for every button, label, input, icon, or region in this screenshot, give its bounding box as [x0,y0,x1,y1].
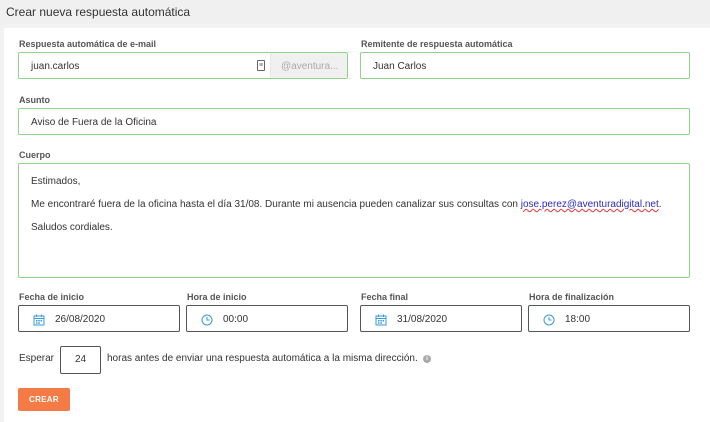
calendar-icon [33,314,45,326]
start-time-field[interactable]: 00:00 [186,305,348,332]
wait-suffix: horas antes de enviar una respuesta auto… [107,353,418,364]
email-value: juan.carlos [31,61,80,72]
body-line-message: Me encontraré fuera de la oficina hasta … [31,199,662,210]
start-time-label: Hora de inicio [187,292,247,302]
subject-value: Aviso de Fuera de la Oficina [31,117,157,128]
body-line-closing: Saludos cordiales. [31,222,113,233]
sender-label: Remitente de respuesta automática [361,39,513,49]
clock-icon [543,314,555,326]
subject-field[interactable]: Aviso de Fuera de la Oficina [18,108,690,135]
info-icon[interactable]: i [423,355,431,363]
calendar-icon [375,314,387,326]
start-date-label: Fecha de inicio [19,292,85,302]
sender-field[interactable]: Juan Carlos [360,52,690,79]
end-date-label: Fecha final [361,292,409,302]
page-title: Crear nueva respuesta automática [6,5,191,19]
start-date-value: 26/08/2020 [55,314,106,325]
email-domain-text: @aventura... [281,61,339,72]
sender-value: Juan Carlos [373,61,427,72]
start-date-field[interactable]: 26/08/2020 [18,305,180,332]
wait-prefix: Esperar [19,353,55,364]
body-email-link[interactable]: jose.perez@aventuradigital.net [521,199,659,210]
clock-icon [201,314,213,326]
email-domain-addon: @aventura... [270,53,347,78]
create-button[interactable]: CREAR [18,388,70,411]
form-card: Respuesta automática de e-mail juan.carl… [4,28,710,422]
end-time-field[interactable]: 18:00 [528,305,690,332]
body-message-text: Me encontraré fuera de la oficina hasta … [31,199,521,210]
contact-card-icon[interactable]: ≡ [257,60,265,71]
end-time-value: 18:00 [565,314,591,325]
subject-label: Asunto [19,95,50,105]
end-date-field[interactable]: 31/08/2020 [360,305,522,332]
email-field[interactable]: juan.carlos ≡ @aventura... [18,52,348,79]
body-label: Cuerpo [19,150,51,160]
wait-hours-input[interactable]: 24 [60,346,101,374]
body-textarea[interactable]: Estimados, Me encontraré fuera de la ofi… [18,163,690,278]
end-time-label: Hora de finalización [529,292,615,302]
end-date-value: 31/08/2020 [397,314,448,325]
start-time-value: 00:00 [223,314,249,325]
body-message-end: . [658,199,662,210]
email-label: Respuesta automática de e-mail [19,39,157,49]
body-line-greeting: Estimados, [31,176,81,187]
page-header: Crear nueva respuesta automática [0,0,710,24]
